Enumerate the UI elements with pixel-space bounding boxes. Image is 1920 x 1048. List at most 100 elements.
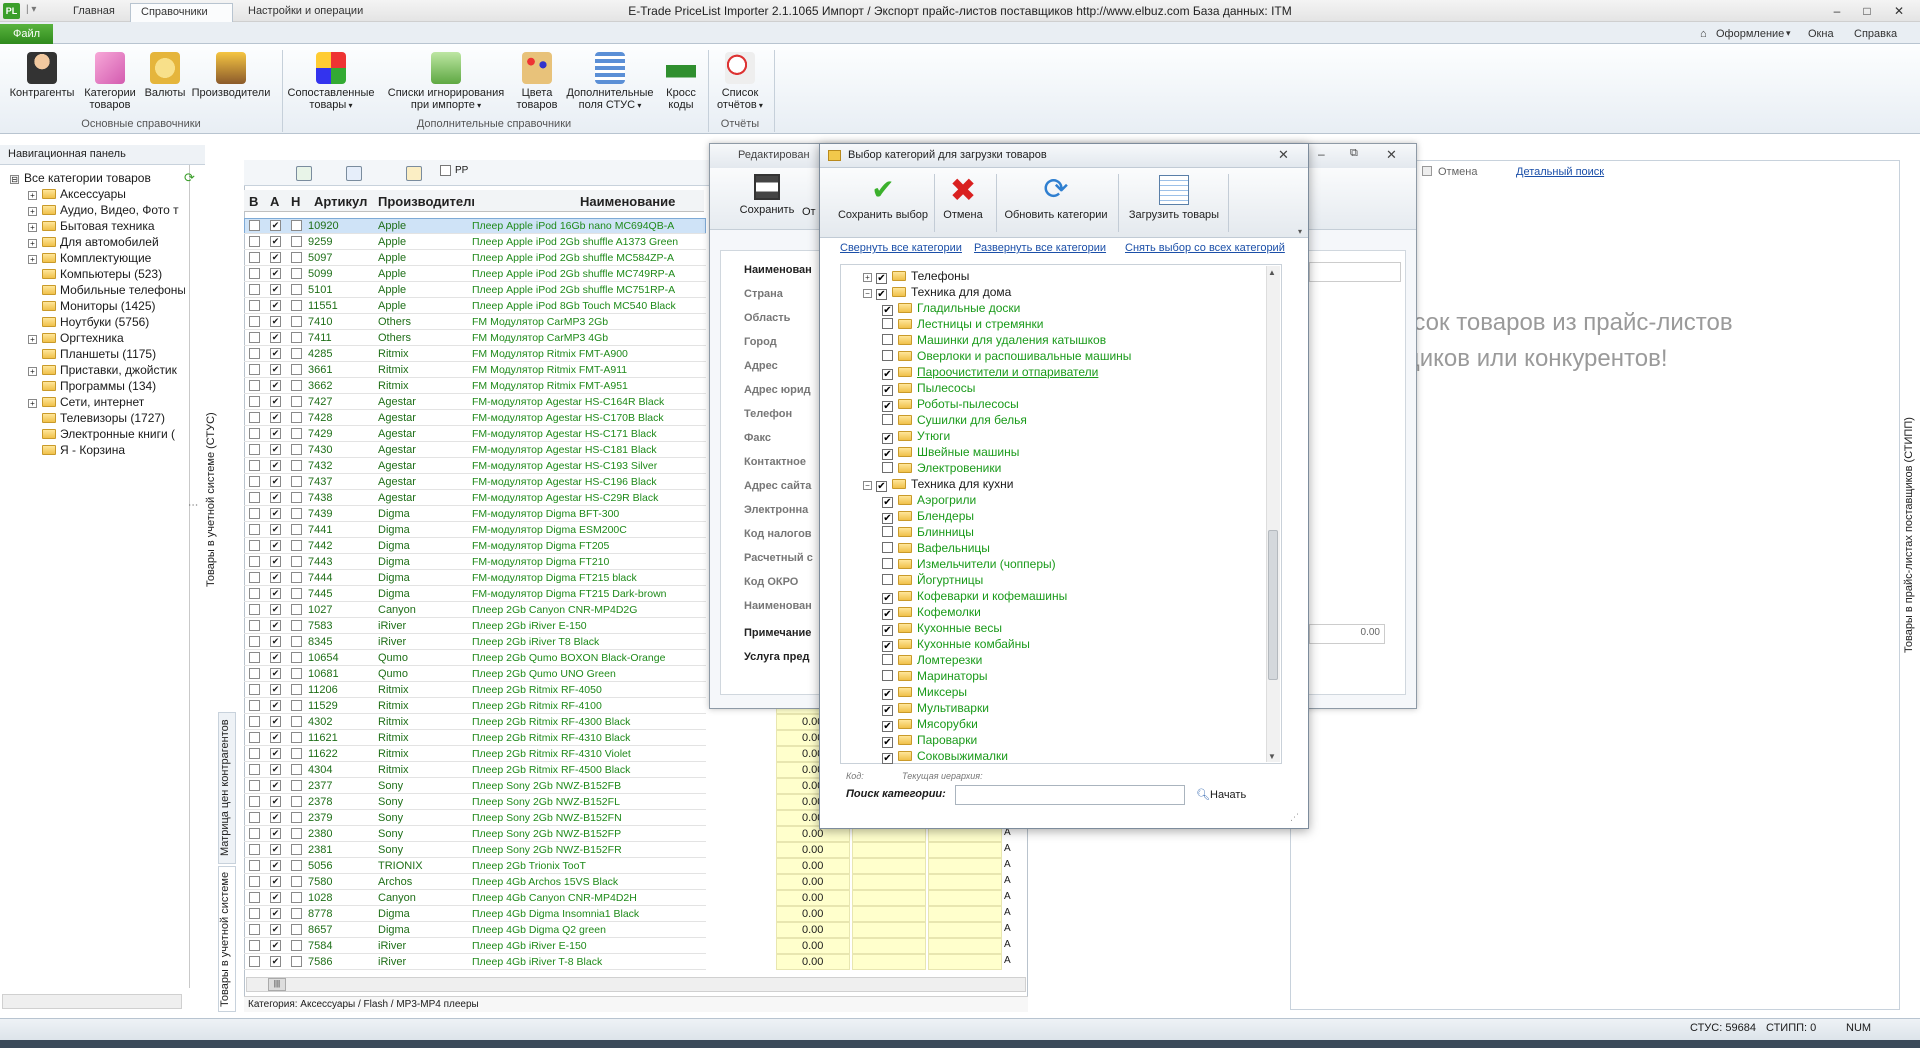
category-checkbox[interactable] xyxy=(882,414,893,425)
row-checkbox-v[interactable] xyxy=(249,348,260,359)
row-checkbox-v[interactable] xyxy=(249,252,260,263)
row-checkbox-n[interactable] xyxy=(291,636,302,647)
table-row[interactable]: ✔ 8657 Digma Плеер 4Gb Digma Q2 green xyxy=(244,922,706,938)
col-header-a[interactable]: А xyxy=(270,194,279,209)
row-checkbox-a[interactable]: ✔ xyxy=(270,396,281,407)
row-checkbox-v[interactable] xyxy=(249,444,260,455)
table-row[interactable]: ✔ 3661 Ritmix FM Модулятор Ritmix FMT-A911 xyxy=(244,362,706,378)
nav-horizontal-scrollbar[interactable] xyxy=(2,994,182,1009)
category-item[interactable]: ✔ Пароочистители и отпариватели xyxy=(882,364,1098,380)
category-item[interactable]: ✔ Миксеры xyxy=(882,684,967,700)
row-checkbox-a[interactable]: ✔ xyxy=(270,700,281,711)
category-item[interactable]: ✔ Кофеварки и кофемашины xyxy=(882,588,1067,604)
table-row[interactable]: ✔ 7441 Digma FM-модулятор Digma ESM200C xyxy=(244,522,706,538)
row-checkbox-n[interactable] xyxy=(291,524,302,535)
table-row[interactable]: ✔ 7430 Agestar FM-модулятор Agestar HS-C181… xyxy=(244,442,706,458)
row-checkbox-v[interactable] xyxy=(249,236,260,247)
category-checkbox[interactable] xyxy=(882,350,893,361)
row-checkbox-a[interactable]: ✔ xyxy=(270,316,281,327)
scroll-down-icon[interactable]: ▼ xyxy=(1268,752,1276,761)
row-checkbox-n[interactable] xyxy=(291,876,302,887)
category-item[interactable]: Оверлоки и распошивальные машины xyxy=(882,348,1131,364)
cancel-button[interactable]: ✖ Отмена xyxy=(940,174,986,221)
category-checkbox[interactable] xyxy=(882,318,893,329)
table-row[interactable]: ✔ 5056 TRIONIX Плеер 2Gb Trionix TooT xyxy=(244,858,706,874)
edit-save-button[interactable]: Сохранить xyxy=(732,174,802,216)
table-row[interactable]: ✔ 2381 Sony Плеер Sony 2Gb NWZ-B152FR xyxy=(244,842,706,858)
row-checkbox-n[interactable] xyxy=(291,940,302,951)
category-item[interactable]: Вафельницы xyxy=(882,540,990,556)
row-checkbox-n[interactable] xyxy=(291,716,302,727)
reports-list-button[interactable]: Список отчётов ▾ xyxy=(710,52,770,112)
export-icon[interactable] xyxy=(296,166,312,181)
row-checkbox-n[interactable] xyxy=(291,348,302,359)
row-checkbox-a[interactable]: ✔ xyxy=(270,364,281,375)
row-checkbox-a[interactable]: ✔ xyxy=(270,940,281,951)
row-checkbox-a[interactable]: ✔ xyxy=(270,444,281,455)
row-checkbox-n[interactable] xyxy=(291,956,302,967)
table-row[interactable]: ✔ 2377 Sony Плеер Sony 2Gb NWZ-B152FB xyxy=(244,778,706,794)
table-row[interactable]: ✔ 7583 iRiver Плеер 2Gb iRiver E-150 xyxy=(244,618,706,634)
row-checkbox-v[interactable] xyxy=(249,476,260,487)
row-checkbox-v[interactable] xyxy=(249,588,260,599)
row-checkbox-v[interactable] xyxy=(249,300,260,311)
row-checkbox-v[interactable] xyxy=(249,524,260,535)
table-row[interactable]: ✔ 2378 Sony Плеер Sony 2Gb NWZ-B152FL xyxy=(244,794,706,810)
price-cell-3[interactable] xyxy=(928,922,1002,938)
category-item[interactable]: Машинки для удаления катышков xyxy=(882,332,1106,348)
row-checkbox-n[interactable] xyxy=(291,332,302,343)
table-row[interactable]: ✔ 7586 iRiver Плеер 4Gb iRiver T-8 Black xyxy=(244,954,706,970)
table-row[interactable]: ✔ 7437 Agestar FM-модулятор Agestar HS-C196… xyxy=(244,474,706,490)
price-cell-2[interactable] xyxy=(852,954,926,970)
category-checkbox[interactable] xyxy=(882,462,893,473)
category-item[interactable]: Йогуртницы xyxy=(882,572,983,588)
nav-tree-item[interactable]: Электронные книги ( xyxy=(28,426,185,442)
row-checkbox-n[interactable] xyxy=(291,908,302,919)
scroll-up-icon[interactable]: ▲ xyxy=(1268,268,1276,277)
row-checkbox-v[interactable] xyxy=(249,556,260,567)
price-cell[interactable]: 0.00 xyxy=(776,922,850,938)
nav-tree-item[interactable]: + Приставки, джойстик xyxy=(28,362,185,378)
category-item[interactable]: Лестницы и стремянки xyxy=(882,316,1043,332)
category-item[interactable]: ✔ Мясорубки xyxy=(882,716,978,732)
row-checkbox-n[interactable] xyxy=(291,396,302,407)
category-item[interactable]: − ✔ Техника для дома xyxy=(863,284,1011,300)
row-checkbox-a[interactable]: ✔ xyxy=(270,572,281,583)
table-row[interactable]: ✔ 7444 Digma FM-модулятор Digma FT215 black xyxy=(244,570,706,586)
row-checkbox-n[interactable] xyxy=(291,684,302,695)
row-checkbox-a[interactable]: ✔ xyxy=(270,588,281,599)
folder-open-icon[interactable] xyxy=(406,166,422,181)
price-cell-2[interactable] xyxy=(852,938,926,954)
category-checkbox[interactable]: ✔ xyxy=(876,273,887,284)
row-checkbox-n[interactable] xyxy=(291,812,302,823)
row-checkbox-a[interactable]: ✔ xyxy=(270,252,281,263)
expand-icon[interactable]: + xyxy=(28,223,37,232)
row-checkbox-a[interactable]: ✔ xyxy=(270,764,281,775)
row-checkbox-v[interactable] xyxy=(249,876,260,887)
category-item[interactable]: Измельчители (чопперы) xyxy=(882,556,1056,572)
edit-dialog-minimize[interactable]: – xyxy=(1318,147,1325,161)
detail-search-link[interactable]: Детальный поиск xyxy=(1516,166,1604,178)
cross-codes-button[interactable]: Кросс коды xyxy=(660,52,702,111)
price-cell-3[interactable] xyxy=(928,938,1002,954)
row-checkbox-n[interactable] xyxy=(291,748,302,759)
price-cell-3[interactable] xyxy=(928,890,1002,906)
tab-file[interactable]: Файл xyxy=(0,24,53,44)
row-checkbox-v[interactable] xyxy=(249,892,260,903)
refresh-icon[interactable]: ⟳ xyxy=(184,170,195,186)
row-checkbox-a[interactable]: ✔ xyxy=(270,812,281,823)
row-checkbox-a[interactable]: ✔ xyxy=(270,828,281,839)
edit-dialog-close[interactable]: ✕ xyxy=(1386,147,1397,163)
expand-icon[interactable]: ⊟ xyxy=(10,175,19,184)
table-row[interactable]: ✔ 11206 Ritmix Плеер 2Gb Ritmix RF-4050 xyxy=(244,682,706,698)
load-goods-button[interactable]: Загрузить товары xyxy=(1124,175,1224,221)
row-checkbox-a[interactable]: ✔ xyxy=(270,540,281,551)
table-row[interactable]: ✔ 7427 Agestar FM-модулятор Agestar HS-C164… xyxy=(244,394,706,410)
row-checkbox-v[interactable] xyxy=(249,492,260,503)
nav-tree-item[interactable]: + Бытовая техника xyxy=(28,218,185,234)
category-item[interactable]: Маринаторы xyxy=(882,668,988,684)
row-checkbox-v[interactable] xyxy=(249,220,260,231)
table-row[interactable]: ✔ 7442 Digma FM-модулятор Digma FT205 xyxy=(244,538,706,554)
category-checkbox[interactable]: ✔ xyxy=(882,721,893,732)
row-checkbox-v[interactable] xyxy=(249,364,260,375)
